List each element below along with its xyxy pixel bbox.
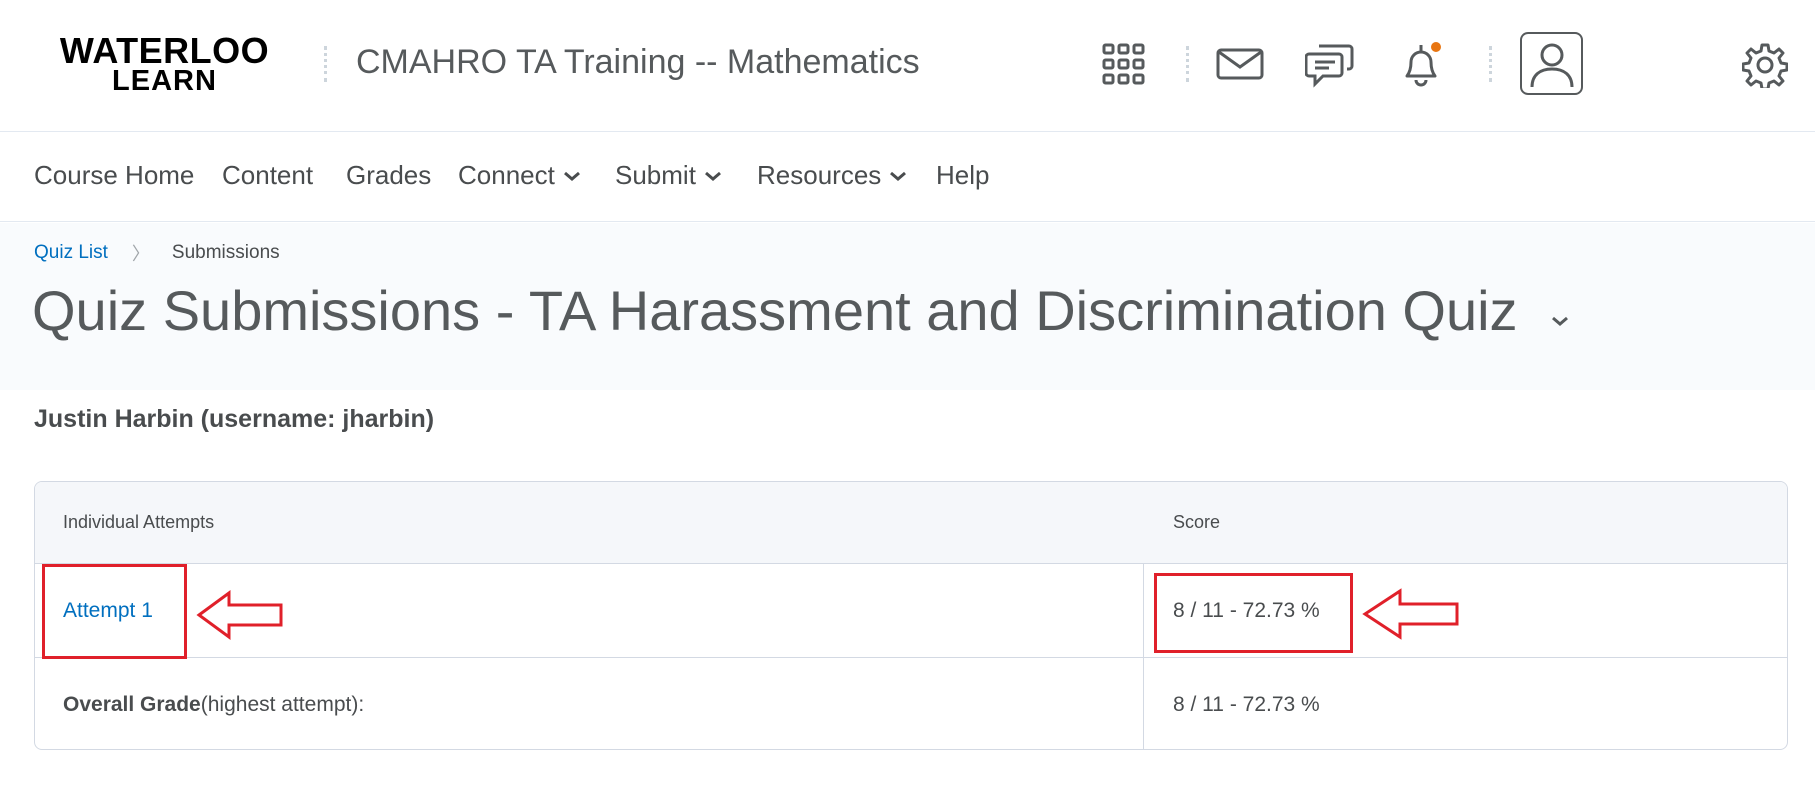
table-row: Attempt 1 8 / 11 - 72.73 %	[35, 564, 1787, 658]
nav-resources[interactable]: Resources	[757, 160, 907, 191]
nav-connect[interactable]: Connect	[458, 160, 581, 191]
overall-grade-score: 8 / 11 - 72.73 %	[1173, 692, 1320, 716]
nav-submit[interactable]: Submit	[615, 160, 722, 191]
header-score: Score	[1173, 512, 1221, 532]
breadcrumb-current: Submissions	[171, 242, 280, 263]
chat-icon[interactable]	[1305, 40, 1355, 88]
breadcrumb: Quiz List 〉 Submissions	[34, 240, 280, 266]
header-divider	[1489, 46, 1492, 82]
mail-icon[interactable]	[1216, 48, 1264, 80]
table-header-row: Individual Attempts Score	[35, 482, 1787, 564]
chevron-down-icon	[890, 171, 907, 181]
avatar[interactable]	[1520, 32, 1583, 95]
course-navbar: Course Home Content Grades Connect Submi…	[0, 132, 1815, 222]
waterloo-learn-logo[interactable]: WATERLOO LEARN	[52, 33, 277, 96]
annotation-arrow-left-icon	[1362, 588, 1459, 640]
nav-course-home[interactable]: Course Home	[34, 160, 194, 191]
title-chevron-down-icon[interactable]	[1550, 314, 1570, 328]
avatar-icon	[1530, 43, 1573, 87]
gear-icon[interactable]	[1742, 42, 1788, 88]
breadcrumb-separator-icon: 〉	[131, 244, 150, 264]
overall-grade-label: Overall Grade (highest attempt):	[63, 692, 365, 716]
nav-content[interactable]: Content	[222, 160, 313, 191]
annotation-box-score	[1154, 573, 1353, 653]
course-title[interactable]: CMAHRO TA Training -- Mathematics	[356, 43, 920, 82]
attempts-table: Individual Attempts Score Attempt 1 8 / …	[34, 481, 1788, 750]
notification-badge	[1429, 40, 1443, 54]
table-row: Overall Grade (highest attempt): 8 / 11 …	[35, 658, 1787, 749]
header-divider	[324, 46, 327, 82]
header-individual-attempts: Individual Attempts	[63, 512, 215, 532]
header-divider	[1186, 46, 1189, 82]
user-name: Justin Harbin (username: jharbin)	[34, 405, 435, 433]
nav-grades[interactable]: Grades	[346, 160, 431, 191]
annotation-box-attempt	[42, 564, 187, 659]
chevron-down-icon	[704, 171, 721, 181]
nav-help[interactable]: Help	[936, 160, 989, 191]
breadcrumb-quiz-list-link[interactable]: Quiz List	[34, 242, 108, 264]
apps-grid-icon[interactable]	[1102, 43, 1146, 85]
annotation-arrow-left-icon	[196, 590, 283, 640]
page-title: Quiz Submissions - TA Harassment and Dis…	[32, 278, 1570, 343]
chevron-down-icon	[563, 171, 580, 181]
top-header: WATERLOO LEARN CMAHRO TA Training -- Mat…	[0, 0, 1815, 132]
